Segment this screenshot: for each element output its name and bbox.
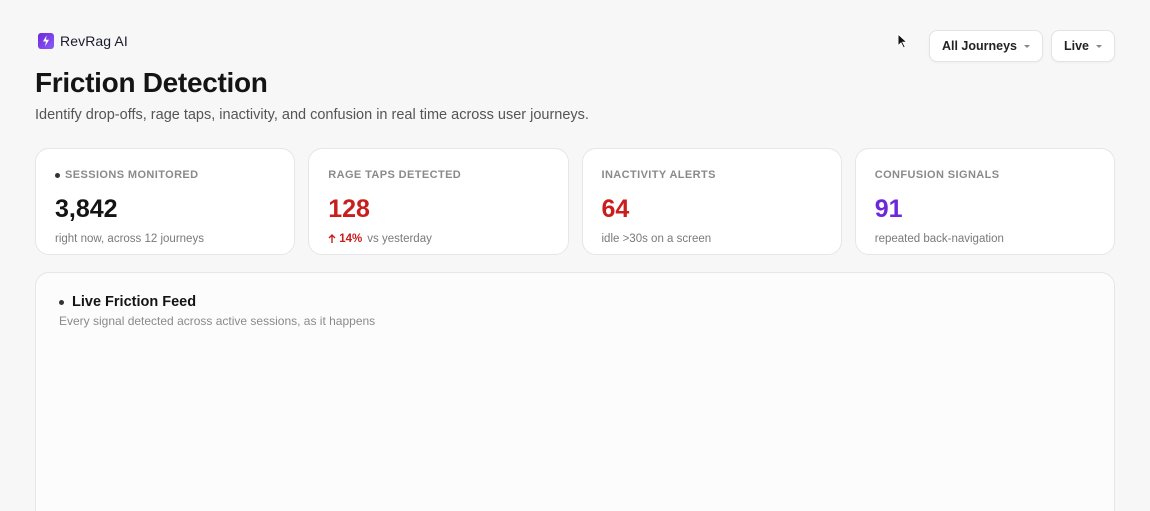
- journey-filter-dropdown[interactable]: All Journeys: [928, 30, 1043, 62]
- card-value: 128: [328, 195, 370, 223]
- mode-filter-label: Live: [1063, 39, 1089, 53]
- delta-badge: 14%: [328, 233, 362, 245]
- feed-header: Live Friction Feed: [59, 294, 196, 310]
- mouse-cursor-icon: [897, 32, 909, 54]
- card-value: 91: [874, 195, 903, 223]
- filter-controls: All Journeys Live: [928, 30, 1115, 62]
- brand-logo[interactable]: RevRag AI: [38, 33, 128, 49]
- chevron-down-icon: [1023, 44, 1030, 48]
- feed-subtitle: Every signal detected across active sess…: [59, 314, 376, 328]
- card-label: SESSIONS MONITORED: [65, 169, 199, 181]
- live-friction-feed-panel: Live Friction Feed Every signal detected…: [35, 272, 1115, 511]
- page-subtitle: Identify drop-offs, rage taps, inactivit…: [35, 107, 589, 123]
- card-label: INACTIVITY ALERTS: [601, 169, 716, 181]
- metric-card-inactivity[interactable]: INACTIVITY ALERTS 64 idle >30s on a scre…: [581, 148, 842, 255]
- delta-value: 14%: [339, 233, 363, 245]
- page-title: Friction Detection: [35, 67, 268, 98]
- card-label: CONFUSION SIGNALS: [874, 169, 1000, 181]
- mode-filter-dropdown[interactable]: Live: [1050, 30, 1115, 62]
- card-note-row: 14% vs yesterday: [328, 233, 548, 245]
- live-dot-icon: [55, 172, 60, 178]
- brand-name: RevRag AI: [60, 33, 128, 49]
- card-note: right now, across 12 journeys: [55, 233, 204, 245]
- logo-mark-icon: [38, 33, 54, 49]
- journey-filter-label: All Journeys: [941, 39, 1017, 53]
- live-dot-icon: [59, 299, 64, 305]
- metric-card-confusion[interactable]: CONFUSION SIGNALS 91 repeated back-navig…: [854, 148, 1115, 255]
- card-label-row: SESSIONS MONITORED: [55, 168, 275, 182]
- card-value: 64: [601, 195, 630, 223]
- card-value: 3,842: [55, 195, 118, 223]
- card-label: RAGE TAPS DETECTED: [328, 169, 462, 181]
- card-note: vs yesterday: [367, 233, 432, 245]
- metric-cards: SESSIONS MONITORED 3,842 right now, acro…: [35, 148, 1115, 255]
- top-bar: RevRag AI All Journeys Live: [35, 30, 1115, 64]
- chevron-down-icon: [1096, 44, 1102, 48]
- card-note: idle >30s on a screen: [601, 233, 712, 245]
- metric-card-sessions[interactable]: SESSIONS MONITORED 3,842 right now, acro…: [35, 148, 296, 255]
- card-note: repeated back-navigation: [874, 233, 1004, 245]
- arrow-up-icon: [328, 234, 336, 243]
- metric-card-rage-taps[interactable]: RAGE TAPS DETECTED 128 14% vs yesterday: [308, 148, 569, 255]
- feed-title: Live Friction Feed: [72, 294, 197, 310]
